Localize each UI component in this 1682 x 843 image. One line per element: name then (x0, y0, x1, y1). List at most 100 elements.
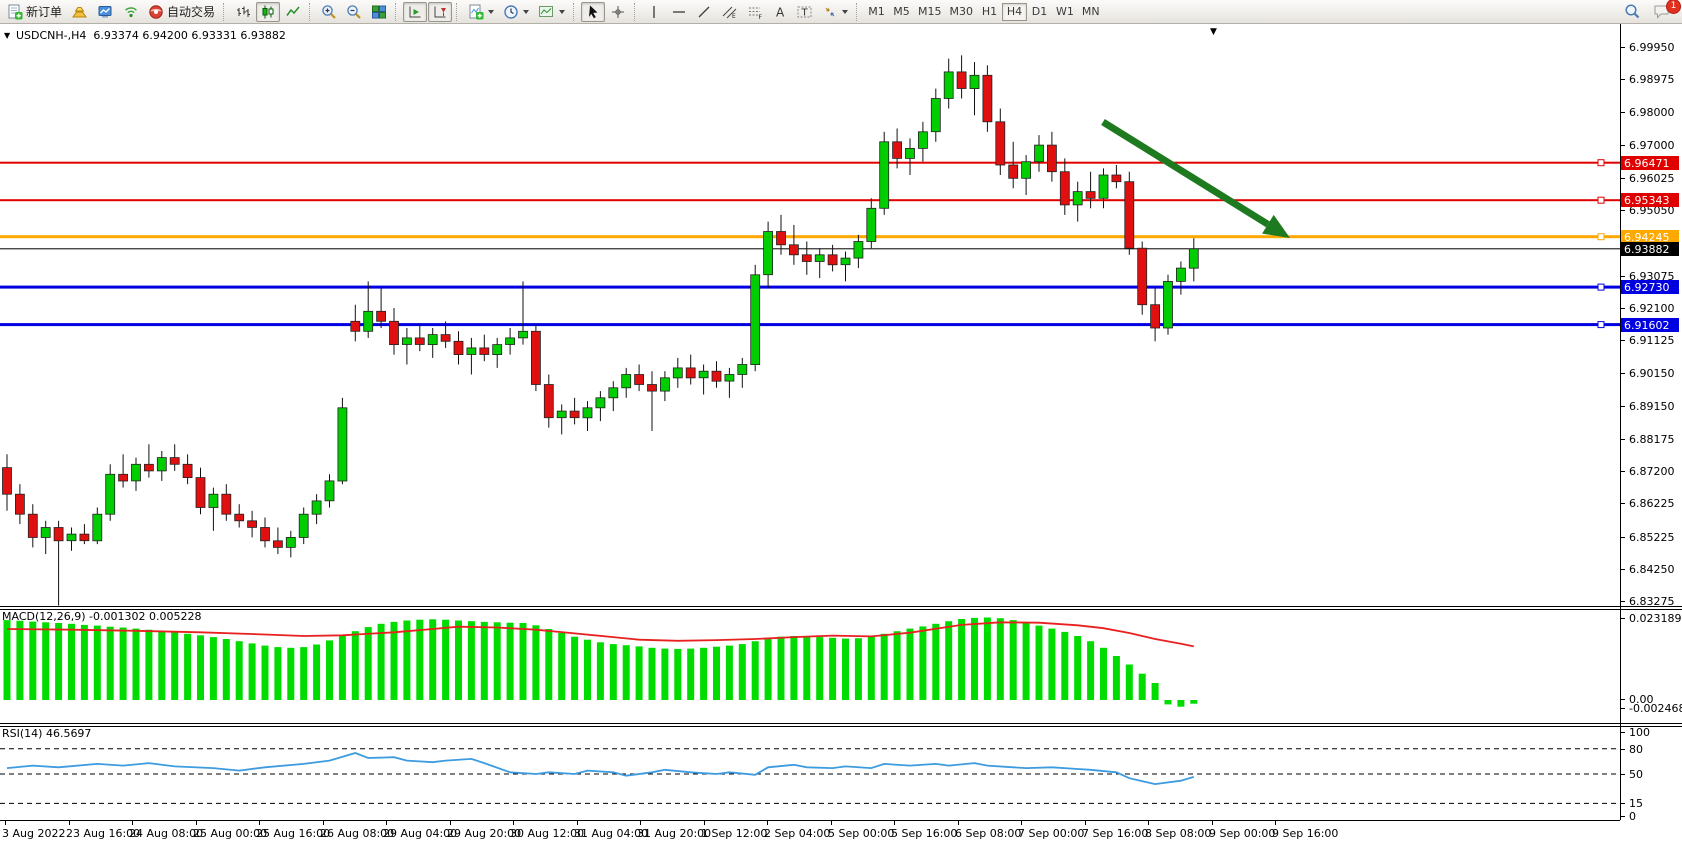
time-tick (1021, 820, 1022, 825)
axis-tick (1620, 618, 1625, 619)
axis-tick (1620, 803, 1625, 804)
time-label: 9 Sep 00:00 (1209, 827, 1275, 840)
time-label: 6 Sep 08:00 (955, 827, 1021, 840)
axis-tick (1620, 79, 1625, 80)
axis-tick-label: 80 (1629, 743, 1681, 756)
symbol-period-label: USDCNH-,H4 (16, 29, 86, 42)
price-line-label: 6.96471 (1621, 156, 1679, 170)
axis-tick-label: 6.92100 (1629, 302, 1681, 315)
time-label: 3 Aug 2022 (2, 827, 65, 840)
candles-layer (3, 55, 1199, 605)
axis-tick (1620, 439, 1625, 440)
axis-tick-label: 6.96025 (1629, 172, 1681, 185)
axis-tick-label: -0.002468 (1629, 702, 1681, 715)
axis-tick-label: 6.98975 (1629, 73, 1681, 86)
time-tick (513, 820, 514, 825)
axis-tick (1620, 47, 1625, 48)
time-tick (69, 820, 70, 825)
axis-tick (1620, 373, 1625, 374)
axis-tick-label: 6.89150 (1629, 400, 1681, 413)
time-tick (1275, 820, 1276, 825)
macd-indicator-label: MACD(12,26,9) -0.001302 0.005228 (2, 610, 201, 623)
axis-tick (1620, 708, 1625, 709)
rsi-panel-bottom-border (0, 820, 1620, 821)
panel-splitter-macd[interactable] (0, 606, 1682, 610)
time-tick (386, 820, 387, 825)
horizontal-line-object[interactable] (0, 248, 1620, 249)
time-tick (5, 820, 6, 825)
axis-tick (1620, 816, 1625, 817)
time-tick (577, 820, 578, 825)
horizontal-line-object[interactable] (0, 234, 1620, 240)
axis-tick-label: 100 (1629, 726, 1681, 739)
axis-tick (1620, 699, 1625, 700)
axis-tick (1620, 601, 1625, 602)
time-tick (323, 820, 324, 825)
time-tick (450, 820, 451, 825)
horizontal-line-object[interactable] (0, 284, 1620, 290)
time-label: 1 Sep 12:00 (701, 827, 767, 840)
axis-tick-label: 6.83275 (1629, 595, 1681, 608)
time-tick (894, 820, 895, 825)
axis-tick-label: 6.88175 (1629, 433, 1681, 446)
axis-tick (1620, 749, 1625, 750)
axis-tick-label: 0 (1629, 810, 1681, 823)
price-line-label: 6.92730 (1621, 280, 1679, 294)
time-tick (196, 820, 197, 825)
chart-shift-marker[interactable]: ▼ (1210, 27, 1217, 37)
axis-tick-label: 6.86225 (1629, 497, 1681, 510)
axis-tick (1620, 774, 1625, 775)
axis-tick-label: 0.023189 (1629, 612, 1681, 625)
axis-tick (1620, 503, 1625, 504)
time-label: 7 Sep 00:00 (1018, 827, 1084, 840)
time-tick (831, 820, 832, 825)
axis-tick (1620, 340, 1625, 341)
window-menu-arrow[interactable]: ▼ (4, 31, 10, 40)
time-label: 7 Sep 16:00 (1082, 827, 1148, 840)
axis-tick (1620, 210, 1625, 211)
time-tick (259, 820, 260, 825)
chart-canvas[interactable] (0, 0, 1682, 843)
ohlc-values: 6.93374 6.94200 6.93331 6.93882 (93, 29, 285, 42)
axis-tick (1620, 471, 1625, 472)
time-label: 8 Sep 08:00 (1145, 827, 1211, 840)
macd-histogram (4, 618, 1198, 707)
time-tick (1212, 820, 1213, 825)
price-line-label: 6.93882 (1621, 242, 1679, 256)
axis-tick-label: 6.87200 (1629, 465, 1681, 478)
time-tick (704, 820, 705, 825)
time-label: 9 Sep 16:00 (1272, 827, 1338, 840)
axis-tick-label: 6.97000 (1629, 139, 1681, 152)
time-label: 2 Sep 04:00 (764, 827, 830, 840)
axis-tick-label: 6.84250 (1629, 563, 1681, 576)
axis-tick (1620, 537, 1625, 538)
axis-tick-label: 50 (1629, 768, 1681, 781)
axis-tick (1620, 145, 1625, 146)
axis-tick (1620, 406, 1625, 407)
horizontal-line-object[interactable] (0, 160, 1620, 166)
time-label: 5 Sep 00:00 (828, 827, 894, 840)
time-tick (1148, 820, 1149, 825)
axis-tick (1620, 308, 1625, 309)
axis-tick (1620, 569, 1625, 570)
time-label: 5 Sep 16:00 (891, 827, 957, 840)
horizontal-line-object[interactable] (0, 322, 1620, 328)
time-tick (958, 820, 959, 825)
axis-tick-label: 6.90150 (1629, 367, 1681, 380)
time-tick (640, 820, 641, 825)
price-axis-border (1620, 24, 1621, 820)
price-line-label: 6.91602 (1621, 318, 1679, 332)
time-tick (132, 820, 133, 825)
axis-tick (1620, 112, 1625, 113)
chart-title: USDCNH-,H4 6.93374 6.94200 6.93331 6.938… (16, 29, 286, 42)
axis-tick-label: 6.99950 (1629, 41, 1681, 54)
axis-tick (1620, 178, 1625, 179)
rsi-line (7, 753, 1194, 784)
time-tick (767, 820, 768, 825)
panel-splitter-rsi[interactable] (0, 723, 1682, 727)
axis-tick-label: 6.98000 (1629, 106, 1681, 119)
axis-tick (1620, 732, 1625, 733)
horizontal-line-object[interactable] (0, 197, 1620, 203)
axis-tick-label: 15 (1629, 797, 1681, 810)
time-tick (1085, 820, 1086, 825)
